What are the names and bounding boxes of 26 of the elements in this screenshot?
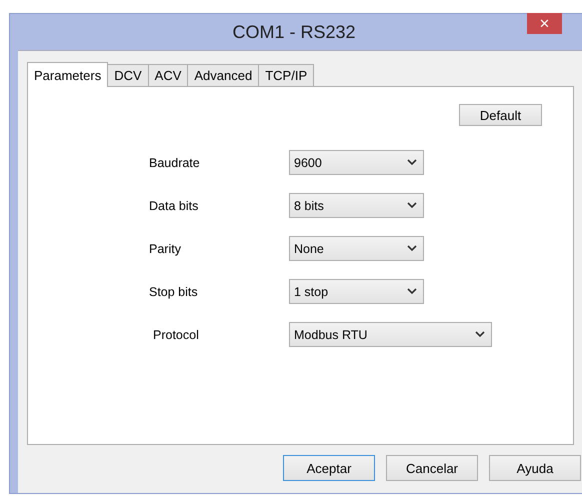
field-label: Data bits (148, 198, 200, 212)
tab[interactable]: TCP/IP (258, 64, 314, 86)
chevron-down-icon (407, 245, 417, 252)
dialog-button[interactable]: Aceptar (283, 455, 375, 481)
field-label: Parity (148, 242, 182, 256)
field-label: Baudrate (148, 156, 201, 170)
close-button[interactable]: × (527, 13, 562, 34)
default-button[interactable]: Default (459, 104, 542, 126)
dropdown[interactable]: 9600 (289, 150, 424, 175)
dialog-button[interactable]: Cancelar (386, 455, 478, 481)
dialog-button[interactable]: Ayuda (489, 455, 581, 481)
chevron-down-icon (407, 288, 417, 295)
dropdown[interactable]: 1 stop (289, 279, 424, 304)
field-label: Stop bits (148, 284, 199, 298)
tab[interactable]: Parameters (27, 62, 108, 87)
chevron-down-icon (407, 159, 417, 166)
tab[interactable]: Advanced (187, 64, 260, 86)
chevron-down-icon (407, 202, 417, 209)
chevron-down-icon (475, 331, 485, 338)
window-title: COM1 - RS232 (232, 22, 356, 42)
dropdown[interactable]: Modbus RTU (289, 322, 492, 347)
field-label: Protocol (152, 328, 200, 342)
dropdown[interactable]: 8 bits (289, 193, 424, 218)
dropdown[interactable]: None (289, 236, 424, 261)
tab[interactable]: DCV (107, 64, 149, 86)
tab[interactable]: ACV (148, 64, 188, 86)
